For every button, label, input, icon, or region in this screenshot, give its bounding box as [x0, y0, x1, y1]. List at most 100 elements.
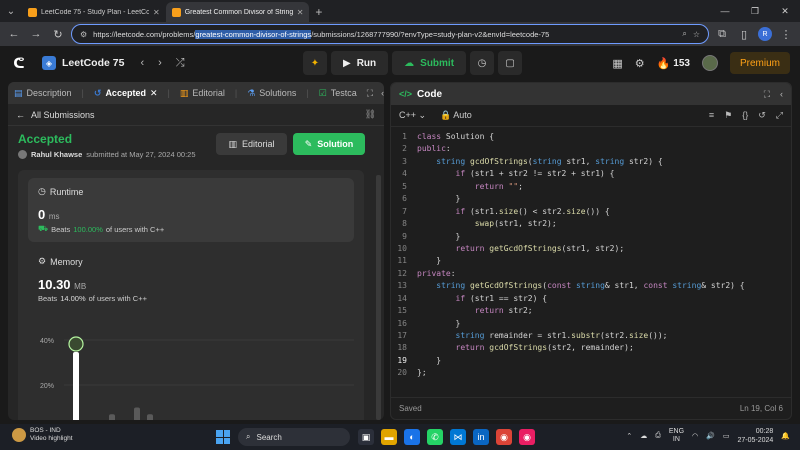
code-line[interactable]: 1 class Solution { — [391, 131, 791, 143]
distribution-bar[interactable] — [109, 414, 115, 420]
distribution-bar[interactable] — [147, 414, 153, 420]
code-line[interactable]: 6 } — [391, 193, 791, 205]
battery-icon[interactable]: ▭ — [723, 432, 730, 440]
tray-chevron-icon[interactable]: ⌃ — [626, 432, 632, 440]
chrome-profile-icon[interactable]: ◉ — [519, 429, 535, 445]
study-plan-link[interactable]: ◈ LeetCode 75 — [42, 56, 124, 70]
code-line[interactable]: 19 } — [391, 355, 791, 367]
close-tab-icon[interactable]: ✕ — [297, 8, 304, 17]
user-avatar[interactable] — [701, 55, 718, 71]
code-line[interactable]: 9 } — [391, 231, 791, 243]
browser-tab-study-plan[interactable]: LeetCode 75 - Study Plan - LeetCode ✕ — [22, 2, 166, 22]
site-info-icon[interactable]: ⚙ — [80, 30, 87, 39]
tab-accepted[interactable]: ↺ Accepted ✕ — [94, 88, 158, 99]
submitter-name[interactable]: Rahul Khawse — [31, 150, 82, 159]
printer-icon[interactable]: ⎙ — [655, 432, 661, 440]
edge-icon[interactable]: ◐ — [404, 429, 420, 445]
start-windows-icon[interactable] — [216, 430, 230, 444]
back-icon[interactable]: ← — [6, 26, 22, 42]
url-input[interactable]: ⚙ https://leetcode.com/problems/greatest… — [71, 24, 709, 44]
code-line[interactable]: 11 } — [391, 255, 791, 267]
vscode-icon[interactable]: ⋈ — [450, 429, 466, 445]
code-line[interactable]: 16 } — [391, 318, 791, 330]
language-indicator[interactable]: ENG IN — [669, 428, 684, 444]
next-problem-icon[interactable]: › — [158, 57, 162, 70]
run-button[interactable]: ▶ Run — [331, 51, 389, 75]
fullscreen-icon[interactable]: ⤢ — [776, 110, 783, 121]
cloud-icon[interactable]: ☁ — [640, 432, 647, 440]
timer-icon[interactable]: ◷ — [470, 51, 495, 75]
braces-icon[interactable]: {} — [742, 110, 748, 121]
code-editor[interactable]: 1 class Solution {2 public: 3 string gcdOfS… — [391, 131, 791, 380]
notes-icon[interactable]: ▢ — [498, 51, 523, 75]
close-window-icon[interactable]: ✕ — [770, 0, 800, 22]
file-explorer-icon[interactable]: ▬ — [381, 429, 397, 445]
code-line[interactable]: 4 if (str1 + str2 != str2 + str1) { — [391, 168, 791, 180]
code-line[interactable]: 10 return getGcdOfStrings(str1, str2); — [391, 243, 791, 255]
task-view-icon[interactable]: ▣ — [358, 429, 374, 445]
auto-mode[interactable]: 🔒 Auto — [440, 110, 472, 121]
tab-solutions[interactable]: ⚗ Solutions — [247, 88, 296, 99]
user-marker-avatar[interactable] — [68, 336, 84, 352]
my-submission-bar[interactable] — [73, 352, 79, 420]
code-line[interactable]: 14 if (str1 == str2) { — [391, 293, 791, 305]
forward-icon[interactable]: → — [28, 26, 44, 42]
prev-problem-icon[interactable]: ‹ — [140, 57, 144, 70]
code-line[interactable]: 18 return gcdOfStrings(str2, remainder); — [391, 342, 791, 354]
collapse-icon[interactable]: ‹ — [381, 88, 384, 99]
distribution-bar[interactable] — [134, 407, 140, 421]
runtime-card[interactable]: ◷ Runtime 0 ms ⛟ Beats 100.00% of users … — [28, 178, 354, 242]
user-avatar[interactable] — [18, 150, 27, 159]
close-tab-icon[interactable]: ✕ — [153, 8, 160, 17]
panel-scrollbar[interactable] — [376, 175, 381, 420]
solution-button[interactable]: ✎ Solution — [293, 133, 365, 155]
reload-icon[interactable]: ↻ — [50, 26, 66, 42]
browser-menu-icon[interactable]: ⋮ — [778, 26, 794, 42]
new-tab-icon[interactable]: + — [309, 2, 328, 22]
sidebar-icon[interactable]: ▯ — [736, 26, 752, 42]
bookmark-star-icon[interactable]: ☆ — [693, 30, 700, 39]
notification-bell-icon[interactable]: 🔔 — [781, 432, 790, 440]
restore-icon[interactable]: ❐ — [740, 0, 770, 22]
taskbar-search[interactable]: ⌕ Search — [238, 428, 350, 446]
code-line[interactable]: 15 return str2; — [391, 305, 791, 317]
settings-gear-icon[interactable]: ⚙ — [635, 57, 645, 70]
wifi-icon[interactable]: ◠ — [692, 432, 698, 440]
streak-counter[interactable]: 🔥 153 — [657, 57, 690, 70]
all-submissions-link[interactable]: ← All Submissions ⛓ — [8, 104, 384, 126]
tab-editorial[interactable]: ▥ Editorial — [180, 88, 225, 99]
code-line[interactable]: 8 swap(str1, str2); — [391, 218, 791, 230]
code-line[interactable]: 20}; — [391, 367, 791, 379]
linkedin-icon[interactable]: in — [473, 429, 489, 445]
memory-card[interactable]: ⚙ Memory 10.30 MB Beats 14.00% of users … — [38, 256, 147, 303]
leetcode-logo-icon[interactable]: ᕦ — [10, 54, 28, 72]
close-tab-icon[interactable]: ✕ — [150, 88, 158, 99]
extensions-icon[interactable]: ⧉ — [714, 26, 730, 42]
minimize-icon[interactable]: — — [710, 0, 740, 22]
bookmark-icon[interactable]: ⚑ — [724, 110, 732, 121]
reset-icon[interactable]: ↺ — [758, 110, 766, 121]
distribution-chart[interactable]: 40% 20% — [18, 320, 364, 420]
whatsapp-icon[interactable]: ✆ — [427, 429, 443, 445]
code-line[interactable]: 3 string gcdOfStrings(string str1, strin… — [391, 156, 791, 168]
volume-icon[interactable]: 🔊 — [706, 432, 715, 440]
chrome-icon[interactable]: ◉ — [496, 429, 512, 445]
menu-icon[interactable]: ≡ — [709, 110, 714, 121]
code-line[interactable]: 2 public: — [391, 143, 791, 155]
debugger-button[interactable]: ✦ — [303, 51, 327, 75]
code-line[interactable]: 17 string remainder = str1.substr(str2.s… — [391, 330, 791, 342]
code-line[interactable]: 12 private: — [391, 268, 791, 280]
clock[interactable]: 00:28 27-05-2024 — [737, 427, 773, 445]
code-line[interactable]: 5 return ""; — [391, 181, 791, 193]
layout-icon[interactable]: ▦ — [612, 57, 622, 70]
editorial-button[interactable]: ▥ Editorial — [216, 133, 287, 155]
widget-news[interactable]: BOS - IND Video highlight — [12, 427, 73, 443]
zoom-icon[interactable]: ⌕ — [682, 29, 686, 39]
profile-avatar[interactable]: R — [758, 27, 772, 41]
tab-testcase[interactable]: ☑ Testca — [319, 88, 357, 99]
code-line[interactable]: 7 if (str1.size() < str2.size()) { — [391, 206, 791, 218]
collapse-icon[interactable]: ‹ — [780, 89, 783, 100]
premium-button[interactable]: Premium — [729, 52, 790, 74]
link-icon[interactable]: ⛓ — [365, 109, 376, 120]
code-line[interactable]: 13 string getGcdOfStrings(const string& … — [391, 280, 791, 292]
